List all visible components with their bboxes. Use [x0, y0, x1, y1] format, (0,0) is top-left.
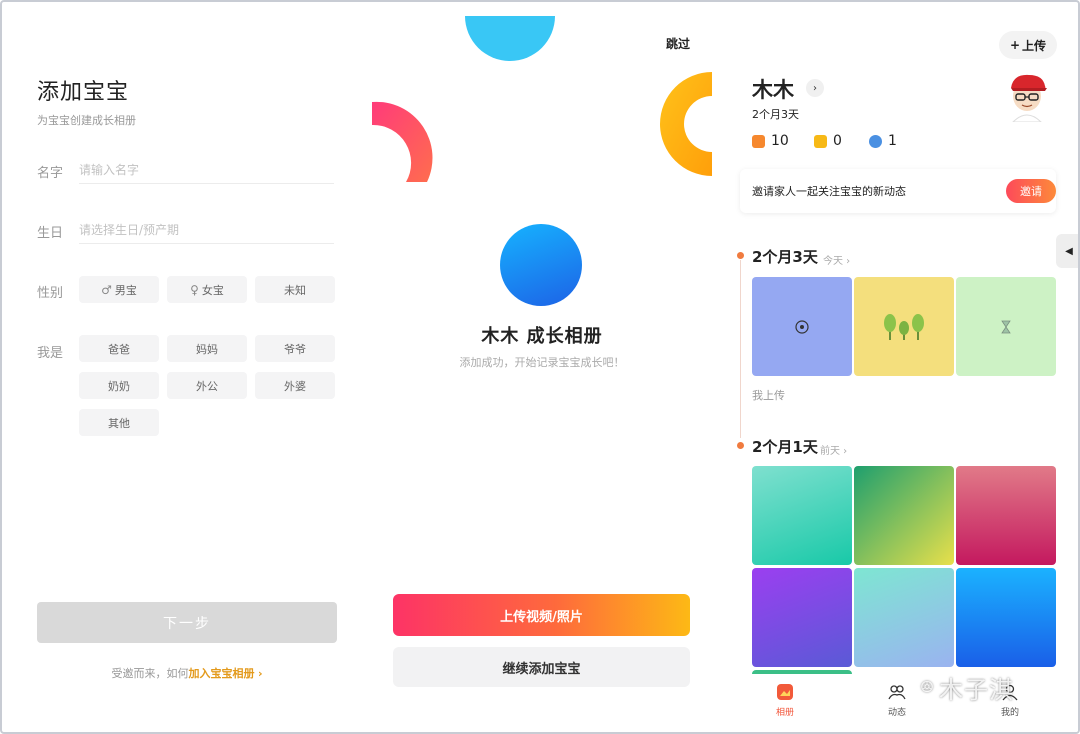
section-date-title: 2个月3天	[752, 248, 818, 266]
nav-tab-label: 动态	[887, 708, 906, 718]
timeline-dot	[737, 252, 744, 259]
media-tile[interactable]	[752, 277, 852, 376]
section-relative-date[interactable]: 今天 ›	[823, 252, 850, 267]
media-tile[interactable]	[956, 277, 1056, 376]
album-logo-circle	[500, 224, 582, 306]
yellow-arc-shape	[660, 72, 712, 176]
photo-count-stat: 10	[752, 133, 789, 149]
gender-unknown-option[interactable]: 未知	[255, 276, 335, 303]
media-tile[interactable]	[752, 466, 852, 565]
role-option-grandma[interactable]: 奶奶	[79, 372, 159, 399]
chevron-right-icon[interactable]: ›	[806, 79, 824, 97]
watermark: ꔮ 木子淇	[920, 670, 1014, 705]
invite-hint-text: 受邀而来，如何	[111, 667, 189, 680]
timeline-dot	[737, 442, 744, 449]
skip-button[interactable]: 跳过	[666, 35, 690, 52]
people-icon	[887, 682, 907, 702]
side-handle[interactable]: ◀	[1056, 234, 1078, 268]
member-count-stat: 1	[869, 133, 897, 149]
family-members-icon	[869, 134, 882, 148]
timeline-line	[740, 260, 741, 438]
photo-icon	[752, 134, 765, 148]
role-option-maternal-grandpa[interactable]: 外公	[167, 372, 247, 399]
album-icon	[775, 682, 795, 702]
invite-family-card: 邀请家人一起关注宝宝的新动态 邀请	[740, 169, 1056, 213]
invite-card-text: 邀请家人一起关注宝宝的新动态	[752, 185, 906, 198]
name-label: 名字	[37, 166, 64, 181]
watermark-text: 木子淇	[939, 676, 1015, 704]
nav-tab-feed[interactable]: 动态	[867, 682, 927, 718]
role-option-maternal-grandma[interactable]: 外婆	[255, 372, 335, 399]
success-panel: 跳过 木木 成长相册 添加成功，开始记录宝宝成长吧！ 上传视频/照片 继续添加宝…	[372, 2, 712, 732]
media-tile[interactable]	[752, 568, 852, 667]
invite-hint: 受邀而来，如何加入宝宝相册 ›	[2, 665, 372, 681]
media-tile[interactable]	[854, 466, 954, 565]
female-icon: ♀	[190, 282, 199, 297]
nav-tab-label: 相册	[775, 708, 794, 718]
gender-option-label: 男宝	[114, 283, 137, 297]
next-step-button[interactable]: 下一步	[37, 602, 337, 643]
page-title: 添加宝宝	[37, 80, 130, 105]
gender-option-label: 未知	[284, 283, 306, 297]
gender-boy-option[interactable]: ♂ 男宝	[79, 276, 159, 303]
name-input[interactable]: 请输入名字	[79, 156, 334, 184]
male-icon: ♂	[101, 282, 112, 297]
album-title: 木木 成长相册	[481, 326, 603, 347]
gender-label: 性别	[37, 286, 64, 301]
section-date-title: 2个月1天	[752, 438, 818, 456]
target-icon	[752, 277, 852, 376]
nav-tab-album[interactable]: 相册	[755, 682, 815, 718]
continue-add-baby-button[interactable]: 继续添加宝宝	[393, 647, 690, 687]
baby-name[interactable]: 木木	[752, 74, 794, 104]
invite-button[interactable]: 邀请	[1006, 179, 1056, 203]
album-home-panel: + 上传 木木 › 2个月3天 10 0 1 邀请家人一起关注宝宝的新动态 邀请…	[712, 2, 1078, 732]
video-count: 0	[833, 133, 842, 149]
add-baby-panel: 添加宝宝 为宝宝创建成长相册 名字 请输入名字 生日 请选择生日/预产期 性别 …	[2, 2, 372, 732]
upload-button-label: 上传	[1022, 38, 1047, 53]
media-tile[interactable]	[956, 568, 1056, 667]
chevron-left-icon: ◀	[1065, 245, 1073, 257]
birthday-label: 生日	[37, 226, 64, 241]
pink-arc-shape	[372, 101, 433, 182]
album-success-subtitle: 添加成功，开始记录宝宝成长吧！	[459, 356, 625, 369]
chevron-right-icon: ›	[257, 667, 263, 680]
plus-icon: +	[1009, 38, 1021, 52]
baby-age: 2个月3天	[752, 108, 799, 121]
uploader-label: 我上传	[752, 389, 785, 402]
wechat-icon: ꔮ	[920, 677, 936, 698]
video-count-stat: 0	[814, 133, 842, 149]
role-option-mom[interactable]: 妈妈	[167, 335, 247, 362]
nav-tab-label: 我的	[1000, 708, 1019, 718]
role-label: 我是	[37, 346, 64, 361]
birthday-field[interactable]: 请选择生日/预产期	[79, 216, 334, 244]
member-count: 1	[888, 133, 897, 149]
hourglass-icon	[956, 277, 1056, 376]
avatar[interactable]	[1005, 72, 1049, 122]
screenshot-frame: 添加宝宝 为宝宝创建成长相册 名字 请输入名字 生日 请选择生日/预产期 性别 …	[0, 0, 1080, 734]
gender-girl-option[interactable]: ♀ 女宝	[167, 276, 247, 303]
trees-icon	[854, 277, 954, 376]
upload-media-button[interactable]: 上传视频/照片	[393, 594, 690, 636]
gender-option-label: 女宝	[201, 283, 224, 297]
join-album-link[interactable]: 加入宝宝相册	[188, 667, 254, 680]
role-option-grandpa[interactable]: 爷爷	[255, 335, 335, 362]
page-subtitle: 为宝宝创建成长相册	[37, 114, 136, 127]
upload-button[interactable]: + 上传	[999, 31, 1057, 59]
photo-count: 10	[771, 133, 789, 149]
media-tile[interactable]	[854, 277, 954, 376]
video-icon	[814, 134, 827, 148]
role-option-other[interactable]: 其他	[79, 409, 159, 436]
section-relative-date[interactable]: 前天 ›	[820, 442, 847, 457]
media-tile[interactable]	[854, 568, 954, 667]
role-option-dad[interactable]: 爸爸	[79, 335, 159, 362]
cyan-semicircle-shape	[465, 16, 555, 61]
media-tile[interactable]	[956, 466, 1056, 565]
